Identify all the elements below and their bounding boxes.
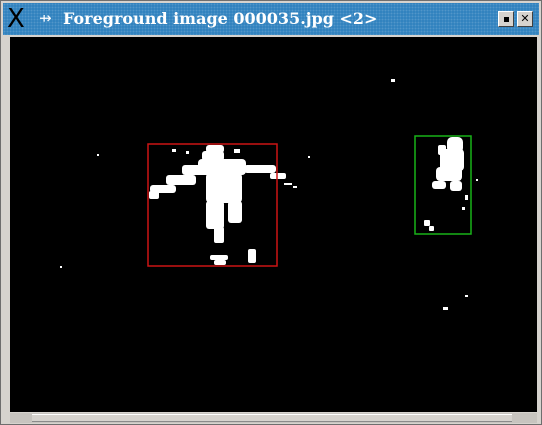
close-icon: ✕ [520,12,530,25]
pin-icon[interactable]: ⇸ [39,11,52,26]
person-2-silhouette [424,137,468,231]
foreground-mask [60,79,478,310]
title-bar[interactable]: X ⇸ Foreground image 000035.jpg <2> ✕ [3,3,539,35]
image-window: X ⇸ Foreground image 000035.jpg <2> ✕ [0,0,542,425]
minimize-button[interactable] [498,11,514,27]
close-button[interactable]: ✕ [517,11,533,27]
horizontal-scrollbar[interactable] [10,413,537,423]
person-1-silhouette [149,145,286,265]
x-logo-icon[interactable]: X [7,6,25,32]
foreground-image-canvas [10,37,537,412]
minimize-icon [503,17,509,22]
window-title: Foreground image 000035.jpg <2> [63,9,378,28]
scrollbar-thumb[interactable] [32,414,512,422]
